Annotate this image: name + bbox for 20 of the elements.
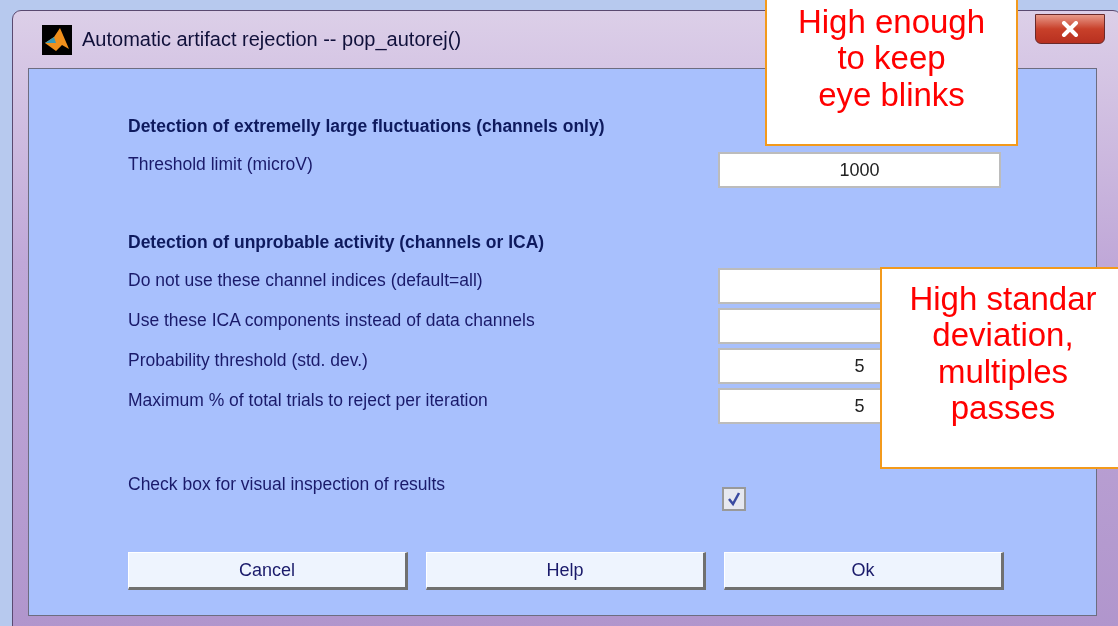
dialog-button[interactable]: Ok — [724, 552, 1004, 590]
field-label: Threshold limit (microV) — [128, 154, 314, 175]
section-heading: Detection of extremelly large fluctuations (channels only) — [128, 116, 606, 138]
field-label: Probability threshold (std. dev.) — [128, 350, 369, 371]
checkbox[interactable] — [722, 487, 746, 511]
callout-tooltip: High enough to keep eye blinks — [765, 0, 1018, 146]
close-button[interactable] — [1035, 13, 1105, 44]
callout-tooltip: High standar deviation, multiples passes — [880, 267, 1118, 469]
window-title: Automatic artifact rejection -- pop_autorej() — [82, 28, 462, 51]
input-field[interactable]: 1000 — [718, 152, 1001, 188]
section-heading: Detection of unprobable activity (channels or ICA) — [128, 232, 546, 254]
field-label: Check box for visual inspection of results — [128, 474, 447, 495]
field-label: Maximum % of total trials to reject per iteration — [128, 390, 489, 411]
field-label: Do not use these channel indices (default=all) — [128, 270, 484, 291]
dialog-button[interactable]: Help — [426, 552, 706, 590]
close-icon — [1060, 20, 1080, 37]
dialog-button[interactable]: Cancel — [128, 552, 408, 590]
field-label: Use these ICA components instead of data channels — [128, 310, 536, 331]
checkmark-icon — [726, 491, 742, 507]
app-logo-icon — [42, 24, 72, 55]
